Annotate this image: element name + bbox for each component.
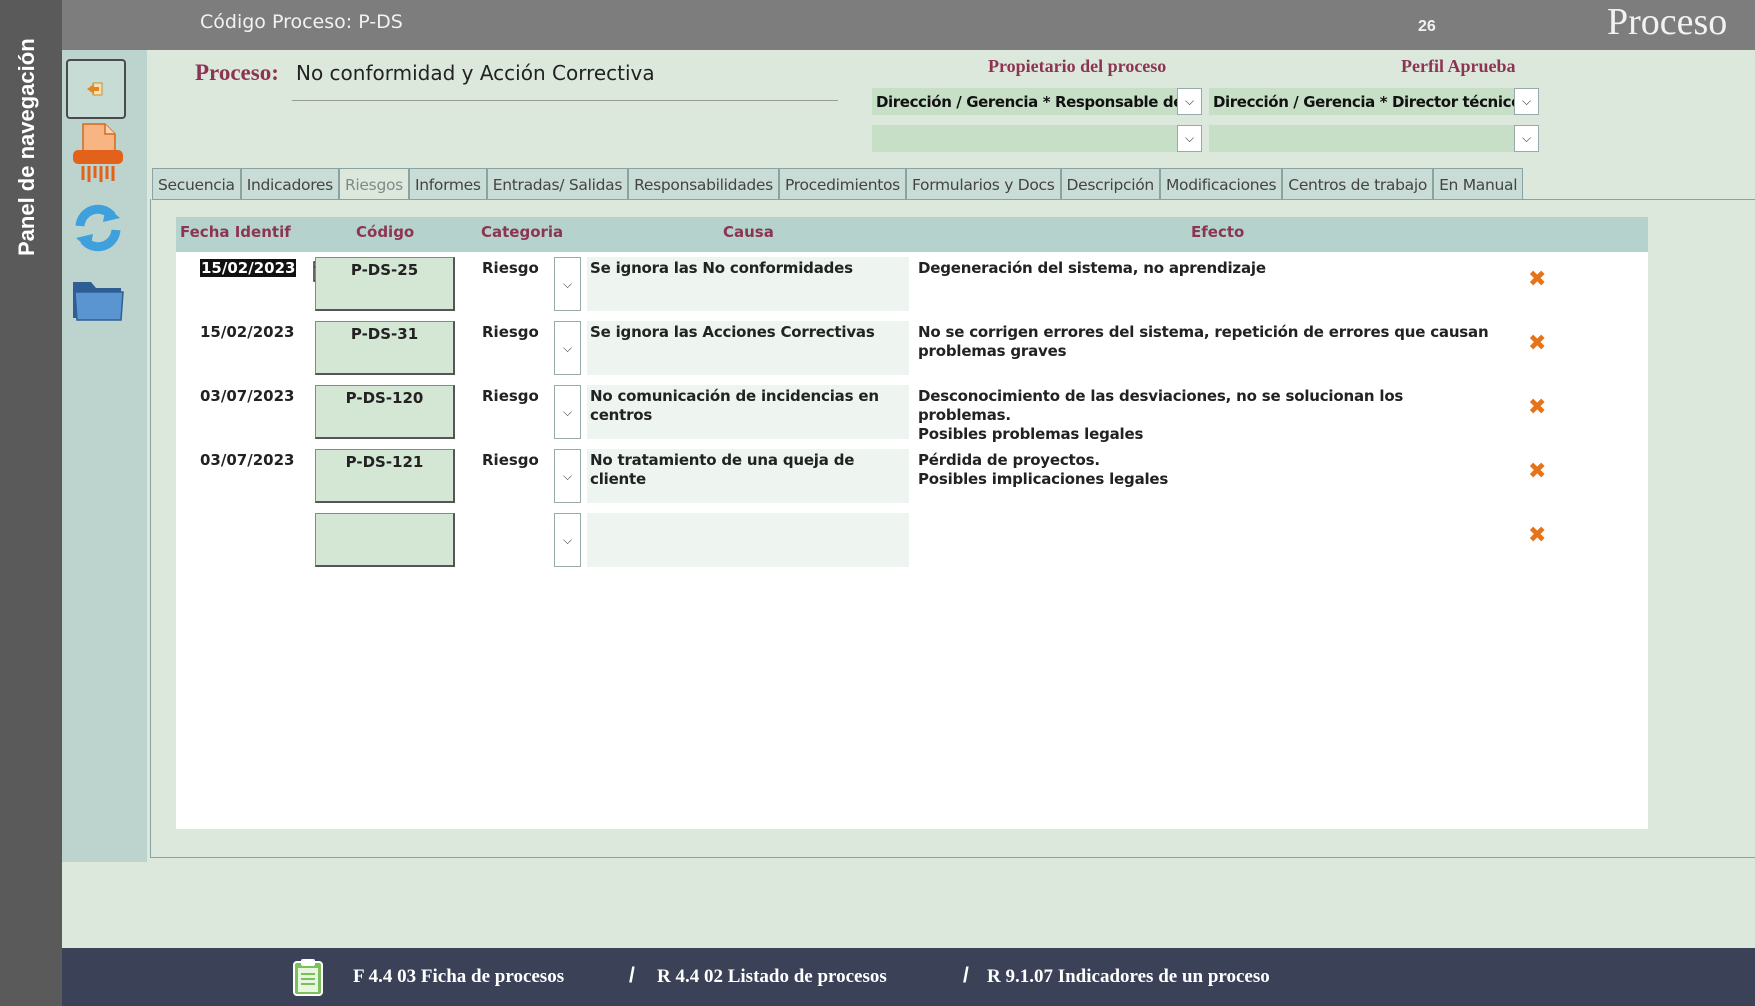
tab-bar: Secuencia Indicadores Riesgos Informes E… (152, 168, 1524, 200)
category-field[interactable]: Riesgo (482, 387, 539, 405)
cause-field[interactable]: Se ignora las Acciones Correctivas (587, 321, 909, 375)
cause-field[interactable]: No tratamiento de una queja de cliente (587, 449, 909, 503)
back-button[interactable] (66, 59, 126, 119)
process-label: Proceso: (195, 60, 279, 85)
tab-informes[interactable]: Informes (408, 168, 487, 200)
date-field[interactable]: 15/02/2023 (200, 323, 294, 341)
process-name-field[interactable]: No conformidad y Acción Correctiva (296, 61, 655, 85)
chevron-down-icon[interactable]: ⌵ (554, 385, 581, 439)
approver-combo-2[interactable]: ⌵ (1209, 125, 1539, 152)
cause-field[interactable]: Se ignora las No conformidades (587, 257, 909, 311)
risk-row: 03/07/2023 P-DS-121 Riesgo ⌵ No tratamie… (176, 445, 1648, 505)
owner-combo-value: Dirección / Gerencia * Responsable de (876, 92, 1177, 111)
tab-procedimientos[interactable]: Procedimientos (778, 168, 906, 200)
code-field[interactable]: P-DS-31 (315, 321, 455, 375)
effect-field[interactable]: Degeneración del sistema, no aprendizaje (918, 259, 1498, 278)
record-number: 26 (1418, 18, 1436, 35)
folder-icon (73, 282, 124, 321)
approver-combo[interactable]: Dirección / Gerencia * Director técnico … (1209, 88, 1539, 115)
risk-row: 03/07/2023 P-DS-120 Riesgo ⌵ No comunica… (176, 381, 1648, 444)
footer-link-listado-procesos[interactable]: R 4.4 02 Listado de procesos (657, 966, 887, 988)
back-arrow-icon (87, 82, 103, 96)
code-field[interactable] (315, 513, 455, 567)
tab-en-manual[interactable]: En Manual (1433, 168, 1524, 200)
tab-indicadores[interactable]: Indicadores (240, 168, 339, 200)
tab-formularios-docs[interactable]: Formularios y Docs (905, 168, 1061, 200)
delete-x-icon[interactable]: ✖ (1528, 523, 1546, 548)
column-header-date: Fecha Identif (180, 223, 291, 241)
icon-toolbar (62, 50, 147, 862)
category-field[interactable]: Riesgo (482, 323, 539, 341)
column-header-cause: Causa (723, 223, 774, 241)
column-header-category: Categoria (481, 223, 564, 241)
chevron-down-icon[interactable]: ⌵ (1514, 88, 1539, 115)
column-header-code: Código (356, 223, 415, 241)
process-code-label: Código Proceso: P-DS (200, 11, 403, 33)
risk-row: 15/02/2023 P-DS-31 Riesgo ⌵ Se ignora la… (176, 317, 1648, 377)
chevron-down-icon[interactable]: ⌵ (554, 513, 581, 567)
cause-field[interactable]: No comunicación de incidencias en centro… (587, 385, 909, 439)
effect-field[interactable]: Desconocimiento de las desviaciones, no … (918, 387, 1498, 444)
chevron-down-icon[interactable]: ⌵ (1514, 125, 1539, 152)
effect-field[interactable]: No se corrigen errores del sistema, repe… (918, 323, 1498, 361)
chevron-down-icon[interactable]: ⌵ (554, 321, 581, 375)
owner-combo[interactable]: Dirección / Gerencia * Responsable de ⌵ (872, 88, 1202, 115)
risk-row: 15/02/2023 P-DS-25 Riesgo ⌵ Se ignora la… (176, 253, 1648, 313)
tab-descripcion[interactable]: Descripción (1060, 168, 1160, 200)
navigation-panel: Panel de navegación (0, 0, 62, 1006)
date-field[interactable]: 15/02/2023 (200, 259, 297, 277)
process-name-underline (292, 100, 838, 101)
refresh-button[interactable] (66, 196, 130, 260)
chevron-down-icon[interactable]: ⌵ (554, 449, 581, 503)
footer-separator: / (629, 964, 635, 987)
tab-riesgos[interactable]: Riesgos (338, 168, 409, 200)
open-folder-button[interactable] (66, 268, 130, 332)
cause-field[interactable] (587, 513, 909, 567)
tab-modificaciones[interactable]: Modificaciones (1159, 168, 1283, 200)
date-field[interactable]: 03/07/2023 (200, 451, 294, 469)
column-header-effect: Efecto (1191, 223, 1245, 241)
delete-x-icon[interactable]: ✖ (1528, 331, 1546, 356)
refresh-icon (75, 204, 121, 252)
code-field[interactable]: P-DS-120 (315, 385, 455, 439)
tab-secuencia[interactable]: Secuencia (152, 168, 241, 200)
approver-combo-value: Dirección / Gerencia * Director técnico (1213, 92, 1514, 111)
navigation-panel-title: Panel de navegación (14, 38, 39, 256)
tab-centros-trabajo[interactable]: Centros de trabajo (1282, 168, 1434, 200)
clipboard-icon (293, 959, 323, 996)
category-field[interactable]: Riesgo (482, 451, 539, 469)
category-field[interactable]: Riesgo (482, 259, 539, 277)
delete-x-icon[interactable]: ✖ (1528, 395, 1546, 420)
shred-document-button[interactable] (66, 122, 130, 186)
form-title: Proceso (1607, 1, 1728, 43)
code-field[interactable]: P-DS-121 (315, 449, 455, 503)
owner-label: Propietario del proceso (988, 56, 1167, 76)
chevron-down-icon[interactable]: ⌵ (1177, 125, 1202, 152)
tab-responsabilidades[interactable]: Responsabilidades (628, 168, 779, 200)
risk-row-new: ⌵ ✖ (176, 509, 1648, 569)
footer-separator: / (963, 964, 969, 987)
footer-bar: F 4.4 03 Ficha de procesos / R 4.4 02 Li… (62, 948, 1755, 1006)
approver-label: Perfil Aprueba (1401, 56, 1516, 76)
column-headers: Fecha Identif Código Categoria Causa Efe… (176, 217, 1648, 252)
footer-link-ficha-procesos[interactable]: F 4.4 03 Ficha de procesos (353, 966, 564, 988)
date-field[interactable]: 03/07/2023 (200, 387, 294, 405)
risks-subform: Fecha Identif Código Categoria Causa Efe… (176, 217, 1648, 829)
chevron-down-icon[interactable]: ⌵ (554, 257, 581, 311)
code-field[interactable]: P-DS-25 (315, 257, 455, 311)
delete-x-icon[interactable]: ✖ (1528, 459, 1546, 484)
chevron-down-icon[interactable]: ⌵ (1177, 88, 1202, 115)
tab-entradas-salidas[interactable]: Entradas/ Salidas (486, 168, 629, 200)
document-shredder-icon (73, 123, 123, 182)
owner-combo-2[interactable]: ⌵ (872, 125, 1202, 152)
delete-x-icon[interactable]: ✖ (1528, 267, 1546, 292)
effect-field[interactable]: Pérdida de proyectos. Posibles implicaci… (918, 451, 1498, 489)
footer-link-indicadores-proceso[interactable]: R 9.1.07 Indicadores de un proceso (987, 966, 1270, 988)
